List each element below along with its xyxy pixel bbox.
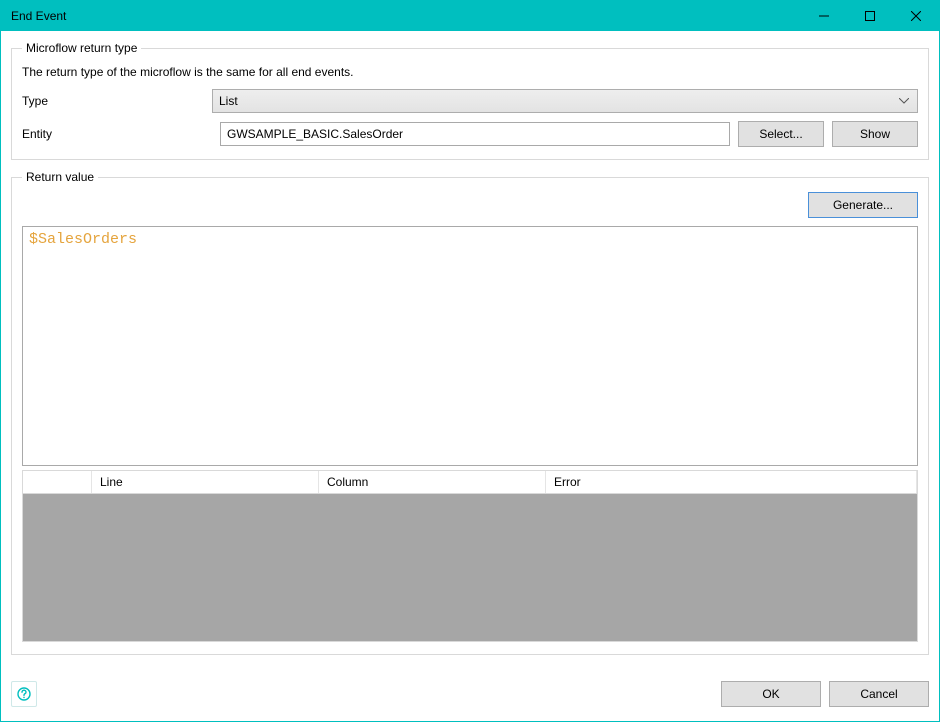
error-table-header: Line Column Error: [22, 470, 918, 494]
select-entity-button[interactable]: Select...: [738, 121, 824, 147]
entity-value: GWSAMPLE_BASIC.SalesOrder: [227, 127, 403, 141]
cancel-button[interactable]: Cancel: [829, 681, 929, 707]
help-icon: [17, 687, 31, 701]
error-col-icon[interactable]: [23, 471, 92, 493]
close-button[interactable]: [893, 1, 939, 31]
chevron-down-icon: [895, 98, 913, 104]
type-value: List: [219, 94, 238, 108]
minimize-button[interactable]: [801, 1, 847, 31]
microflow-return-type-group: Microflow return type The return type of…: [11, 41, 929, 160]
show-entity-button[interactable]: Show: [832, 121, 918, 147]
maximize-icon: [865, 11, 875, 21]
type-label: Type: [22, 94, 212, 108]
return-value-group: Return value Generate... $SalesOrders Li…: [11, 170, 929, 655]
footer-buttons: OK Cancel: [721, 681, 929, 707]
generate-button[interactable]: Generate...: [808, 192, 918, 218]
dialog-window: End Event Microflow return type The retu…: [0, 0, 940, 722]
error-col-error[interactable]: Error: [546, 471, 917, 493]
ok-button[interactable]: OK: [721, 681, 821, 707]
dialog-client-area: Microflow return type The return type of…: [1, 31, 939, 673]
expression-editor[interactable]: $SalesOrders: [22, 226, 918, 466]
close-icon: [911, 11, 921, 21]
generate-row: Generate...: [22, 192, 918, 218]
maximize-button[interactable]: [847, 1, 893, 31]
window-title: End Event: [1, 9, 66, 23]
dialog-footer: OK Cancel: [1, 673, 939, 721]
error-col-line[interactable]: Line: [92, 471, 319, 493]
entity-row: Entity GWSAMPLE_BASIC.SalesOrder Select.…: [22, 121, 918, 147]
help-button[interactable]: [11, 681, 37, 707]
window-controls: [801, 1, 939, 31]
minimize-icon: [819, 11, 829, 21]
return-type-description: The return type of the microflow is the …: [22, 65, 918, 79]
microflow-return-type-legend: Microflow return type: [22, 41, 141, 55]
entity-label: Entity: [22, 127, 212, 141]
error-col-column[interactable]: Column: [319, 471, 546, 493]
return-value-legend: Return value: [22, 170, 98, 184]
type-combobox[interactable]: List: [212, 89, 918, 113]
type-row: Type List: [22, 89, 918, 113]
entity-field[interactable]: GWSAMPLE_BASIC.SalesOrder: [220, 122, 730, 146]
error-table-body: [22, 494, 918, 642]
titlebar: End Event: [1, 1, 939, 31]
error-table: Line Column Error: [22, 470, 918, 642]
